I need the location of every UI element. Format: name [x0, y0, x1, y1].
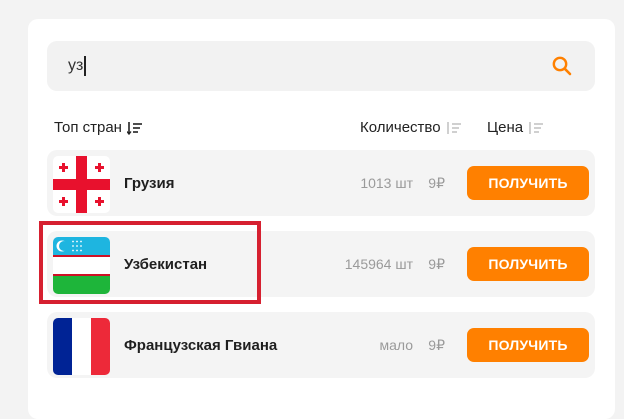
- french-guiana-flag-icon: [53, 318, 110, 375]
- search-icon[interactable]: [551, 55, 573, 77]
- sort-descending-icon: [126, 122, 142, 135]
- sort-inactive-icon: [529, 122, 544, 134]
- sort-by-quantity[interactable]: Количество: [360, 118, 462, 138]
- price-value: 9₽: [428, 336, 445, 353]
- quantity-value: мало: [379, 337, 413, 353]
- country-name: Грузия: [124, 174, 175, 192]
- sort-inactive-icon: [446, 122, 461, 134]
- highlight-box: [39, 221, 261, 304]
- georgia-flag-icon: [53, 156, 110, 213]
- country-row-georgia[interactable]: Грузия 1013 шт 9₽ ПОЛУЧИТЬ: [47, 150, 595, 216]
- get-button[interactable]: ПОЛУЧИТЬ: [467, 247, 589, 281]
- quantity-value: 145964 шт: [344, 256, 413, 272]
- column-header-price: Цена: [487, 119, 524, 136]
- price-value: 9₽: [428, 174, 445, 191]
- country-name: Французская Гвиана: [124, 336, 278, 354]
- sort-by-price[interactable]: Цена: [487, 118, 544, 138]
- sort-by-country[interactable]: Топ стран: [54, 118, 143, 138]
- price-value: 9₽: [428, 255, 445, 272]
- quantity-value: 1013 шт: [360, 175, 413, 191]
- column-header-country: Топ стран: [54, 119, 122, 136]
- search-field[interactable]: уз: [47, 41, 595, 91]
- search-input-value: уз: [68, 57, 84, 74]
- search-input[interactable]: уз: [68, 56, 86, 76]
- text-caret: [84, 56, 86, 76]
- get-button[interactable]: ПОЛУЧИТЬ: [467, 166, 589, 200]
- get-button[interactable]: ПОЛУЧИТЬ: [467, 328, 589, 362]
- country-row-french-guiana[interactable]: Французская Гвиана мало 9₽ ПОЛУЧИТЬ: [47, 312, 595, 378]
- column-header-quantity: Количество: [360, 119, 441, 136]
